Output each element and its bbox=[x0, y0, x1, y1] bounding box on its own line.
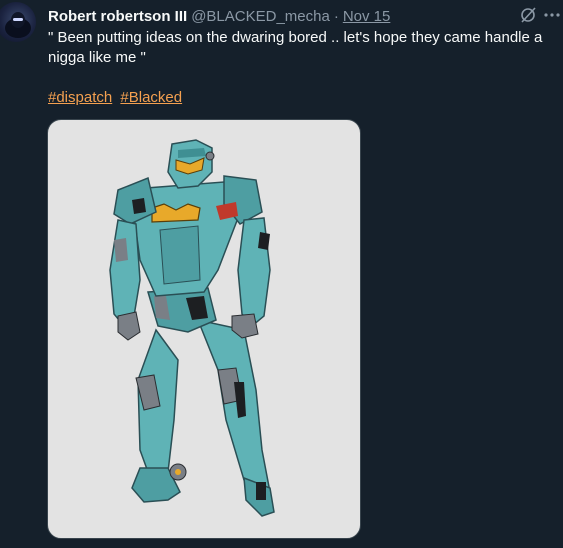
hashtag-blacked[interactable]: #Blacked bbox=[120, 89, 182, 106]
author-handle[interactable]: @BLACKED_mecha bbox=[191, 8, 330, 25]
avatar[interactable] bbox=[0, 2, 36, 42]
author-name[interactable]: Robert robertson III bbox=[48, 8, 187, 25]
grok-icon[interactable] bbox=[519, 6, 537, 24]
tweet-text: " Been putting ideas on the dwaring bore… bbox=[48, 29, 543, 66]
separator-dot: · bbox=[333, 7, 339, 25]
hashtag-list: #dispatch #Blacked bbox=[48, 88, 186, 108]
avatar-image bbox=[5, 12, 31, 38]
hashtag-dispatch[interactable]: #dispatch bbox=[48, 89, 112, 106]
tweet-header: Robert robertson III @BLACKED_mecha · No… bbox=[48, 6, 563, 26]
more-icon[interactable] bbox=[543, 6, 561, 24]
mech-illustration bbox=[109, 139, 275, 517]
tweet-date[interactable]: Nov 15 bbox=[343, 8, 391, 25]
tweet-media[interactable] bbox=[47, 119, 361, 539]
